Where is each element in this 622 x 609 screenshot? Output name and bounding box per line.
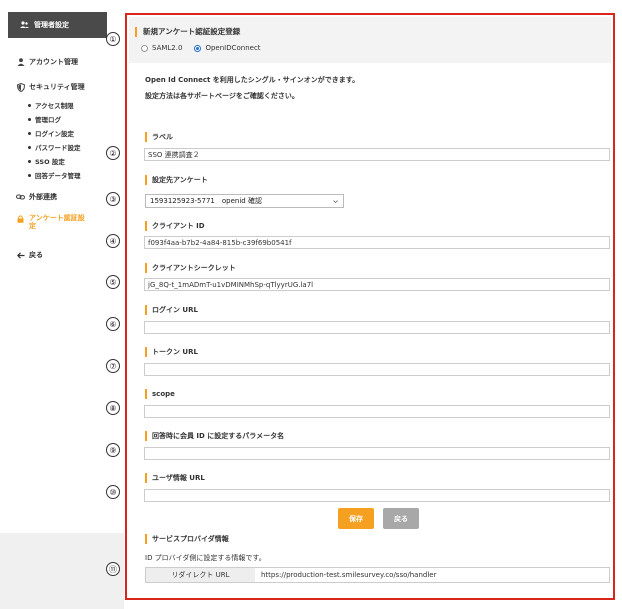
sidebar-item-label: 戻る — [29, 251, 43, 259]
sidebar-item-label: アンケート認証設 定 — [29, 214, 85, 230]
auth-type-radio-group: SAML2.0 OpenIDConnect — [141, 44, 261, 52]
bullet-icon — [28, 145, 31, 149]
redirect-url-key: リダイレクト URL — [146, 568, 255, 582]
sidebar: 管理者設定 アカウント管理 セキュリティ管理 アクセス制限 管理ログ ログイン設… — [8, 12, 107, 533]
security-submenu: アクセス制限 管理ログ ログイン設定 パスワード設定 SSO 設定 回答データ管… — [8, 98, 107, 182]
userinfo-url-label: ユーザ情報 URL — [145, 473, 205, 483]
survey-auth-label-line1: アンケート認証設 — [29, 214, 85, 222]
marker-2: ② — [106, 146, 120, 160]
login-url-input[interactable] — [144, 321, 610, 334]
link-icon — [16, 193, 25, 202]
sidebar-subitem-login-settings[interactable]: ログイン設定 — [28, 126, 107, 140]
description-line-2: 設定方法は各サポートページをご確認ください。 — [145, 92, 299, 100]
marker-5: ⑤ — [106, 275, 120, 289]
back-button[interactable]: 戻る — [383, 508, 419, 529]
client-id-input[interactable]: f093f4aa-b7b2-4a84-815b-c39f69b0541f — [144, 236, 610, 249]
bullet-icon — [28, 131, 31, 135]
scope-label: scope — [145, 389, 175, 399]
marker-4: ④ — [106, 234, 120, 248]
admin-users-icon — [20, 21, 29, 30]
token-url-input[interactable] — [144, 363, 610, 376]
sidebar-item-security[interactable]: セキュリティ管理 — [8, 82, 107, 92]
marker-11: ⑪ — [106, 562, 120, 576]
radio-openid-connect[interactable]: OpenIDConnect — [194, 44, 261, 52]
marker-1: ① — [106, 32, 120, 46]
sidebar-header-label: 管理者設定 — [34, 21, 69, 29]
sidebar-item-external[interactable]: 外部連携 — [8, 192, 107, 202]
sidebar-subitem-label: アクセス制限 — [35, 102, 74, 110]
sidebar-item-label: セキュリティ管理 — [29, 83, 85, 91]
sidebar-subitem-sso-settings[interactable]: SSO 設定 — [28, 154, 107, 168]
sidebar-subitem-access-restriction[interactable]: アクセス制限 — [28, 98, 107, 112]
bullet-icon — [28, 173, 31, 177]
sidebar-subitem-label: ログイン設定 — [35, 130, 74, 138]
client-secret-input[interactable]: jG_8Q-t_1mADmT-u1vDMINMhSp-qTlyyrUG.la7l — [144, 278, 610, 291]
target-survey-select[interactable]: 1593125923-5771 openid 確認 — [145, 194, 344, 208]
client-secret-label: クライアントシークレット — [145, 263, 236, 273]
sp-info-title: サービスプロバイダ情報 — [145, 534, 229, 544]
sidebar-item-account[interactable]: アカウント管理 — [8, 57, 107, 67]
chevron-down-icon — [333, 197, 338, 205]
redirect-url-row: リダイレクト URL https://production-test.smile… — [145, 567, 610, 583]
target-survey-value: 1593125923-5771 openid 確認 — [150, 197, 262, 205]
sidebar-subitem-admin-log[interactable]: 管理ログ — [28, 112, 107, 126]
marker-10: ⑩ — [106, 485, 120, 499]
sidebar-subitem-label: パスワード設定 — [35, 144, 81, 152]
sidebar-subitem-label: SSO 設定 — [35, 158, 65, 166]
scope-input[interactable] — [144, 405, 610, 418]
page: 管理者設定 アカウント管理 セキュリティ管理 アクセス制限 管理ログ ログイン設… — [0, 0, 622, 609]
sidebar-item-label: 外部連携 — [29, 193, 57, 201]
sp-info-description: ID プロバイダ側に設定する情報です。 — [145, 554, 266, 562]
sidebar-item-survey-auth[interactable]: アンケート認証設 定 — [8, 214, 107, 230]
sidebar-back-link[interactable]: 戻る — [8, 250, 107, 260]
radio-unchecked-icon — [141, 44, 148, 52]
radio-saml[interactable]: SAML2.0 — [141, 44, 182, 52]
bullet-icon — [28, 159, 31, 163]
label-field-label: ラベル — [145, 132, 173, 142]
sidebar-subitem-password-settings[interactable]: パスワード設定 — [28, 140, 107, 154]
bullet-icon — [28, 103, 31, 107]
survey-auth-label-line2: 定 — [29, 222, 36, 230]
redirect-url-value[interactable]: https://production-test.smilesurvey.co/s… — [255, 568, 609, 582]
radio-oidc-label: OpenIDConnect — [205, 44, 261, 52]
target-survey-label: 設定先アンケート — [145, 175, 208, 185]
arrow-left-icon — [16, 251, 25, 260]
bullet-icon — [28, 117, 31, 121]
marker-7: ⑦ — [106, 359, 120, 373]
radio-saml-label: SAML2.0 — [152, 44, 183, 52]
login-url-label: ログイン URL — [145, 305, 198, 315]
token-url-label: トークン URL — [145, 347, 198, 357]
label-input[interactable]: SSO 連携調査２ — [144, 148, 610, 161]
shield-icon — [16, 82, 25, 92]
userinfo-url-input[interactable] — [144, 489, 610, 502]
marker-3: ③ — [106, 192, 120, 206]
sidebar-subitem-label: 回答データ管理 — [35, 172, 81, 180]
save-button[interactable]: 保存 — [338, 508, 374, 529]
description-line-1: Open Id Connect を利用したシングル・サインオンができます。 — [145, 76, 360, 84]
form-title: 新規アンケート認証設定登録 — [135, 27, 240, 37]
marker-9: ⑨ — [106, 443, 120, 457]
user-icon — [16, 58, 25, 67]
radio-checked-icon — [194, 44, 202, 52]
settings-form-frame: 新規アンケート認証設定登録 SAML2.0 OpenIDConnect Open… — [125, 13, 615, 600]
member-param-input[interactable] — [144, 447, 610, 460]
member-param-label: 回答時に会員 ID に設定するパラメータ名 — [145, 431, 284, 441]
sidebar-subitem-response-data[interactable]: 回答データ管理 — [28, 168, 107, 182]
client-id-label: クライアント ID — [145, 221, 205, 231]
sidebar-header: 管理者設定 — [8, 12, 107, 38]
marker-6: ⑥ — [106, 317, 120, 331]
auth-type-section: 新規アンケート認証設定登録 SAML2.0 OpenIDConnect — [129, 17, 611, 63]
sidebar-subitem-label: 管理ログ — [35, 116, 61, 124]
marker-8: ⑧ — [106, 401, 120, 415]
sidebar-item-label: アカウント管理 — [29, 58, 78, 66]
lock-icon — [16, 214, 25, 223]
